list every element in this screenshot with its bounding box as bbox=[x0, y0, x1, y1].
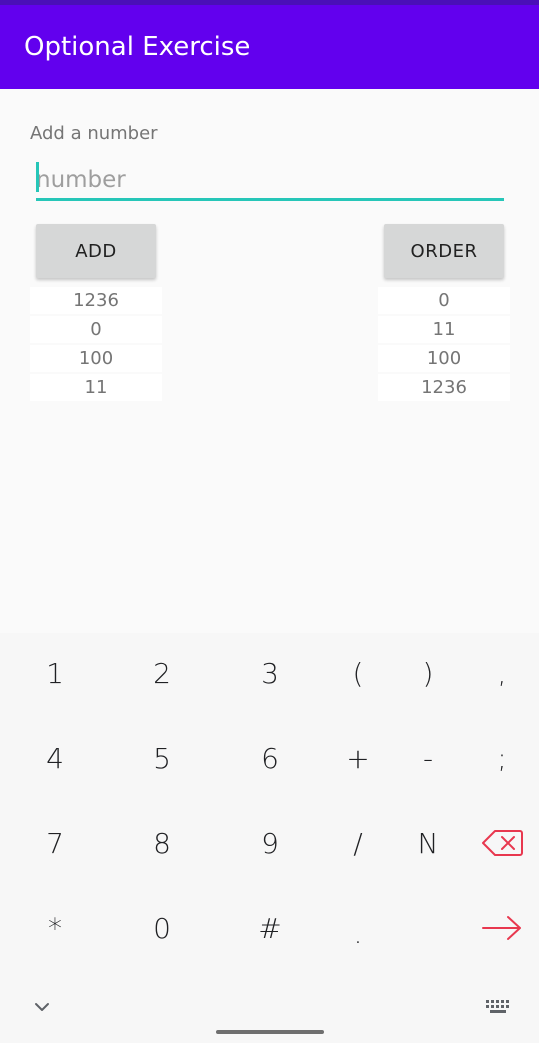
key-7[interactable]: 7 bbox=[15, 808, 95, 878]
numeric-keyboard: 1 2 3 ( ) , 4 5 6 + - ; 7 8 9 / N * 0 # … bbox=[0, 633, 539, 1043]
key-1[interactable]: 1 bbox=[15, 638, 95, 708]
add-button[interactable]: ADD bbox=[36, 224, 156, 278]
add-number-label: Add a number bbox=[30, 123, 158, 144]
list-item: 0 bbox=[378, 287, 510, 314]
key-4[interactable]: 4 bbox=[15, 723, 95, 793]
key-period[interactable]: . bbox=[318, 898, 398, 968]
list-item: 100 bbox=[30, 345, 162, 372]
list-item: 11 bbox=[378, 316, 510, 343]
list-item: 1236 bbox=[30, 287, 162, 314]
key-0[interactable]: 0 bbox=[122, 893, 202, 963]
key-5[interactable]: 5 bbox=[122, 723, 202, 793]
app-bar: Optional Exercise bbox=[0, 5, 539, 89]
keyboard-icon bbox=[486, 1000, 509, 1013]
key-close-paren[interactable]: ) bbox=[388, 638, 468, 708]
text-cursor bbox=[36, 162, 39, 192]
key-n[interactable]: N bbox=[388, 808, 468, 878]
key-8[interactable]: 8 bbox=[122, 808, 202, 878]
key-open-paren[interactable]: ( bbox=[318, 638, 398, 708]
navigation-handle[interactable] bbox=[216, 1030, 324, 1034]
keyboard-switch-button[interactable] bbox=[480, 995, 516, 1019]
main-content: Add a number ADD ORDER 1236 0 100 11 0 1… bbox=[0, 89, 539, 633]
list-item: 1236 bbox=[378, 374, 510, 401]
number-input[interactable] bbox=[36, 161, 504, 201]
enter-key[interactable] bbox=[462, 893, 539, 963]
backspace-icon bbox=[482, 830, 523, 856]
order-button[interactable]: ORDER bbox=[384, 224, 504, 278]
key-comma[interactable]: , bbox=[462, 638, 539, 708]
list-item: 0 bbox=[30, 316, 162, 343]
key-2[interactable]: 2 bbox=[122, 638, 202, 708]
key-minus[interactable]: - bbox=[388, 723, 468, 793]
key-plus[interactable]: + bbox=[318, 723, 398, 793]
list-item: 100 bbox=[378, 345, 510, 372]
key-semicolon[interactable]: ; bbox=[462, 723, 539, 793]
key-3[interactable]: 3 bbox=[230, 638, 310, 708]
key-slash[interactable]: / bbox=[318, 808, 398, 878]
enter-arrow-icon bbox=[482, 916, 521, 940]
chevron-down-icon bbox=[35, 1003, 49, 1011]
key-9[interactable]: 9 bbox=[230, 808, 310, 878]
list-item: 11 bbox=[30, 374, 162, 401]
key-hash[interactable]: # bbox=[230, 893, 310, 963]
entered-numbers-list: 1236 0 100 11 bbox=[30, 287, 162, 403]
ordered-numbers-list: 0 11 100 1236 bbox=[378, 287, 510, 403]
backspace-key[interactable] bbox=[462, 808, 539, 878]
app-title: Optional Exercise bbox=[24, 32, 251, 62]
key-asterisk[interactable]: * bbox=[15, 893, 95, 963]
key-6[interactable]: 6 bbox=[230, 723, 310, 793]
hide-keyboard-button[interactable] bbox=[28, 995, 56, 1019]
